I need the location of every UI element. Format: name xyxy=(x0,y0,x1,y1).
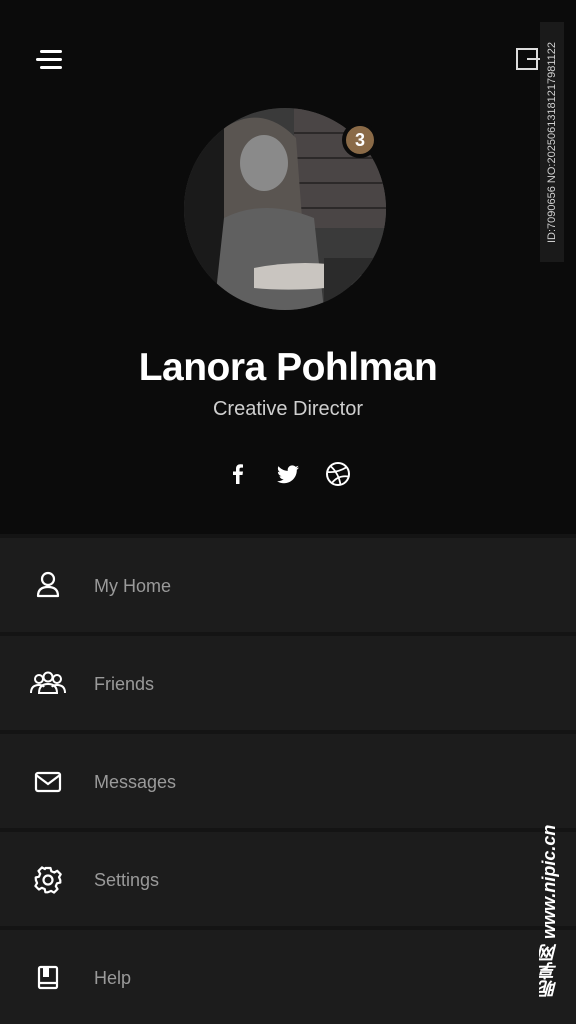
book-icon xyxy=(26,960,70,996)
twitter-button[interactable] xyxy=(272,458,304,490)
menu-item-label: My Home xyxy=(94,576,172,596)
menu-item-settings[interactable]: Settings xyxy=(0,828,576,926)
group-icon xyxy=(26,666,70,702)
profile-name: Lanora Pohlman xyxy=(138,346,438,389)
menu-item-my-home[interactable]: My Home xyxy=(0,534,576,632)
menu-item-label: Settings xyxy=(94,870,160,890)
menu-item-label: Help xyxy=(94,968,132,988)
facebook-button[interactable] xyxy=(222,458,254,490)
mail-icon xyxy=(26,764,70,800)
social-links xyxy=(220,458,360,490)
hamburger-menu-button[interactable] xyxy=(36,48,66,72)
menu-item-label: Friends xyxy=(94,674,155,694)
avatar-container: 3 xyxy=(184,108,386,310)
dribbble-icon xyxy=(326,462,350,486)
notification-badge: 3 xyxy=(342,122,378,158)
id-watermark: ID:7090656 NO:20250613181217981122 xyxy=(540,22,564,262)
menu-item-help[interactable]: Help xyxy=(0,926,576,1024)
profile-header: 3 Lanora Pohlman Creative Director xyxy=(0,0,576,534)
dribbble-button[interactable] xyxy=(322,458,354,490)
menu-item-messages[interactable]: Messages xyxy=(0,730,576,828)
profile-role: Creative Director xyxy=(212,398,364,420)
navigation-menu: My Home Friends Messages Settings Help xyxy=(0,534,576,1024)
site-watermark: 昵享网 www.nipic.cn xyxy=(539,824,559,998)
facebook-icon xyxy=(233,464,243,484)
twitter-icon xyxy=(277,465,299,484)
menu-item-label: Messages xyxy=(94,772,177,792)
menu-item-friends[interactable]: Friends xyxy=(0,632,576,730)
gear-icon xyxy=(26,862,70,898)
user-icon xyxy=(26,568,70,604)
